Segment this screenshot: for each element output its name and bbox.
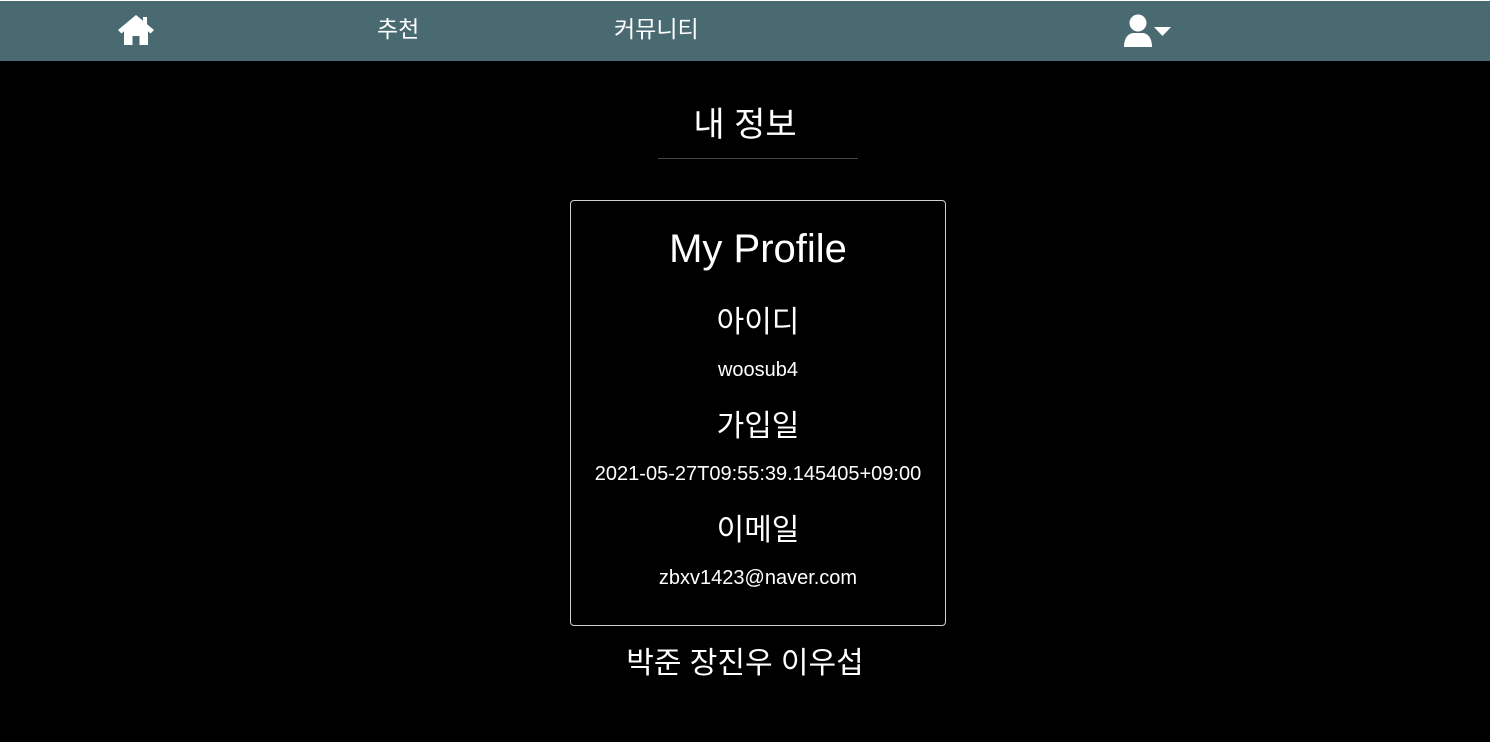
footer-credits: 박준 장진우 이우섭 bbox=[626, 647, 864, 680]
joined-date-label: 가입일 bbox=[716, 410, 800, 443]
top-navbar: 추천 커뮤니티 bbox=[0, 0, 1490, 61]
title-divider bbox=[658, 158, 858, 159]
user-menu-button[interactable] bbox=[1122, 13, 1174, 49]
id-label: 아이디 bbox=[716, 306, 800, 339]
page-title: 내 정보 bbox=[693, 106, 797, 144]
nav-link-recommend[interactable]: 추천 bbox=[377, 15, 419, 43]
user-dropdown-icon bbox=[1124, 14, 1171, 47]
joined-date-value: 2021-05-27T09:55:39.145405+09:00 bbox=[594, 463, 922, 485]
profile-card: My Profile 아이디 woosub4 가입일 2021-05-27T09… bbox=[570, 200, 946, 626]
home-icon bbox=[118, 15, 154, 45]
profile-card-title: My Profile bbox=[669, 227, 847, 271]
nav-link-community[interactable]: 커뮤니티 bbox=[614, 15, 699, 43]
id-value: woosub4 bbox=[717, 359, 799, 381]
home-button[interactable] bbox=[117, 13, 155, 47]
email-value: zbxv1423@naver.com bbox=[658, 567, 858, 589]
email-label: 이메일 bbox=[716, 514, 800, 547]
